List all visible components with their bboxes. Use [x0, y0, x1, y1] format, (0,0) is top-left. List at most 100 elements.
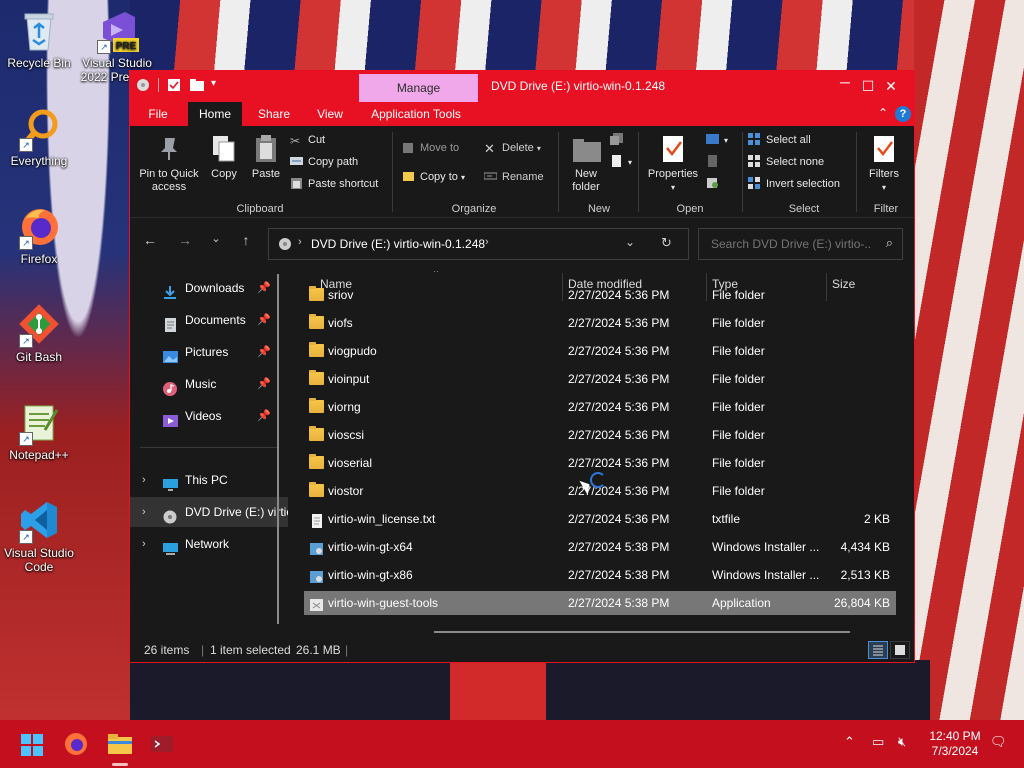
file-type: File folder: [712, 428, 765, 442]
file-name: virtio-win-gt-x64: [328, 540, 413, 554]
desktop-icon-recycle-bin[interactable]: Recycle Bin: [0, 8, 78, 70]
file-row[interactable]: vioinput 2/27/2024 5:36 PM File folder: [304, 367, 896, 391]
tab-home[interactable]: Home: [188, 102, 242, 126]
copy-path-button[interactable]: Copy path: [290, 153, 358, 171]
nav-item-videos[interactable]: Videos 📌: [130, 401, 288, 431]
new-item-button[interactable]: [610, 131, 628, 149]
expand-chevron-icon[interactable]: ›: [142, 465, 146, 495]
delete-dropdown-icon: ▾: [536, 144, 541, 153]
pin-to-quick-access-button[interactable]: Pin to Quick access: [136, 134, 202, 194]
new-folder-qat-icon[interactable]: [189, 78, 204, 92]
collapse-ribbon-button[interactable]: ⌃: [878, 106, 888, 120]
nav-item-pictures[interactable]: Pictures 📌: [130, 337, 288, 367]
desktop-icon-firefox[interactable]: ↗ Firefox: [0, 204, 78, 266]
desktop-icon-git-bash[interactable]: ↗ Git Bash: [0, 302, 78, 364]
refresh-icon[interactable]: ↻: [661, 235, 672, 251]
move-to-button[interactable]: Move to: [402, 139, 459, 157]
terminal-icon: [151, 736, 173, 752]
volume-muted-icon[interactable]: 🔇︎: [898, 734, 906, 750]
file-row[interactable]: virtio-win_license.txt 2/27/2024 5:36 PM t…: [304, 507, 896, 531]
recent-locations-button[interactable]: ⌄: [206, 232, 226, 245]
customize-qat-icon[interactable]: ▾: [211, 78, 225, 92]
breadcrumb-current[interactable]: DVD Drive (E:) virtio-win-0.1.248: [311, 237, 485, 251]
desktop-icon-vscode[interactable]: ↗ Visual Studio Code: [0, 498, 78, 574]
rename-button[interactable]: Rename: [483, 168, 544, 186]
up-button[interactable]: ↑: [236, 232, 256, 248]
file-row[interactable]: viorng 2/27/2024 5:36 PM File folder: [304, 395, 896, 419]
pin-label-line2: access: [151, 181, 187, 193]
open-button[interactable]: ▾: [706, 131, 728, 149]
nav-item-music[interactable]: Music 📌: [130, 369, 288, 399]
horizontal-scrollbar[interactable]: [434, 631, 850, 633]
desktop-icon-label: Everything: [10, 154, 68, 168]
desktop-icon-everything[interactable]: ↗ Everything: [0, 106, 78, 168]
address-history-dropdown-icon[interactable]: ⌄: [625, 235, 635, 249]
close-button[interactable]: ✕: [868, 71, 914, 102]
select-none-button[interactable]: Select none: [748, 153, 824, 171]
everything-icon: ↗: [17, 106, 61, 152]
copy-button[interactable]: Copy: [206, 134, 242, 181]
easy-access-button[interactable]: ▾: [610, 153, 632, 171]
search-box[interactable]: ⌕: [698, 228, 903, 260]
start-button[interactable]: [14, 728, 50, 760]
filters-button[interactable]: Filters ▾: [860, 134, 908, 194]
properties-button[interactable]: Properties ▾: [644, 134, 702, 194]
expand-chevron-icon[interactable]: ›: [142, 529, 146, 559]
file-row[interactable]: viofs 2/27/2024 5:36 PM File folder: [304, 311, 896, 335]
notifications-icon[interactable]: 🗨︎: [990, 734, 1007, 750]
show-hidden-icons-button[interactable]: ⌃: [844, 734, 855, 750]
file-row[interactable]: virtio-win-guest-tools 2/27/2024 5:38 PM A…: [304, 591, 896, 615]
taskbar-terminal[interactable]: [144, 728, 180, 760]
tab-file[interactable]: File: [138, 102, 178, 126]
tab-share[interactable]: Share: [250, 102, 298, 126]
details-view-button[interactable]: [868, 641, 888, 659]
nav-item-network[interactable]: › Network: [130, 529, 288, 559]
clock[interactable]: 12:40 PM 7/3/2024: [922, 729, 988, 759]
file-row[interactable]: virtio-win-gt-x86 2/27/2024 5:38 PM Window…: [304, 563, 896, 587]
select-all-button[interactable]: Select all: [748, 131, 811, 149]
nav-item-documents[interactable]: Documents 📌: [130, 305, 288, 335]
pin-icon: 📌: [257, 282, 271, 294]
paste-shortcut-button[interactable]: Paste shortcut: [290, 175, 378, 193]
clipboard-group: Pin to Quick access Copy Paste ✂ Cut Copy…: [130, 126, 390, 217]
edit-button[interactable]: [706, 153, 724, 171]
nav-item-label: Downloads: [185, 281, 245, 295]
file-row[interactable]: viogpudo 2/27/2024 5:36 PM File folder: [304, 339, 896, 363]
maximize-button[interactable]: ☐: [822, 71, 875, 102]
properties-qat-icon[interactable]: [167, 78, 181, 92]
forward-button[interactable]: →: [175, 232, 195, 248]
file-name: virtio-win-gt-x86: [328, 568, 413, 582]
help-button[interactable]: ?: [895, 106, 911, 122]
file-name: vioscsi: [328, 428, 365, 442]
tab-view[interactable]: View: [306, 102, 354, 126]
taskbar-file-explorer[interactable]: [102, 728, 138, 766]
tab-application-tools[interactable]: Application Tools: [364, 102, 468, 126]
history-button[interactable]: [706, 175, 724, 193]
file-date-modified: 2/27/2024 5:38 PM: [568, 568, 670, 582]
manage-context-tab[interactable]: Manage: [359, 74, 478, 102]
cut-button[interactable]: ✂ Cut: [290, 131, 325, 149]
copy-to-button[interactable]: Copy to ▾: [402, 168, 465, 186]
desktop-icon-notepad-plus-plus[interactable]: ↗ Notepad++: [0, 400, 78, 462]
title-bar[interactable]: ▾ Manage DVD Drive (E:) virtio-win-0.1.2…: [130, 71, 914, 102]
address-bar[interactable]: › DVD Drive (E:) virtio-win-0.1.248 › ⌄ …: [268, 228, 689, 260]
taskbar-firefox[interactable]: [58, 728, 94, 760]
expand-chevron-icon[interactable]: ›: [142, 497, 146, 527]
nav-pane-scrollbar[interactable]: [277, 274, 279, 624]
back-button[interactable]: ←: [140, 232, 160, 248]
new-folder-button[interactable]: New folder: [564, 134, 608, 194]
nav-item-this-pc[interactable]: › This PC: [130, 465, 288, 495]
folder-icon: [309, 314, 324, 329]
large-icons-view-button[interactable]: [890, 641, 910, 659]
invert-selection-button[interactable]: Invert selection: [748, 175, 840, 193]
file-row[interactable]: vioscsi 2/27/2024 5:36 PM File folder: [304, 423, 896, 447]
delete-button[interactable]: ✕ Delete ▾: [484, 139, 541, 157]
search-icon: ⌕: [885, 235, 893, 250]
search-input[interactable]: [709, 229, 873, 259]
network-status-icon[interactable]: ▭: [872, 734, 884, 750]
nav-item-dvd-drive[interactable]: › DVD Drive (E:) virtio-win-0.1.248: [130, 497, 288, 527]
paste-button[interactable]: Paste: [248, 134, 284, 181]
nav-item-downloads[interactable]: Downloads 📌: [130, 273, 288, 303]
file-row[interactable]: sriov 2/27/2024 5:36 PM File folder: [304, 283, 896, 307]
file-row[interactable]: virtio-win-gt-x64 2/27/2024 5:38 PM Window…: [304, 535, 896, 559]
